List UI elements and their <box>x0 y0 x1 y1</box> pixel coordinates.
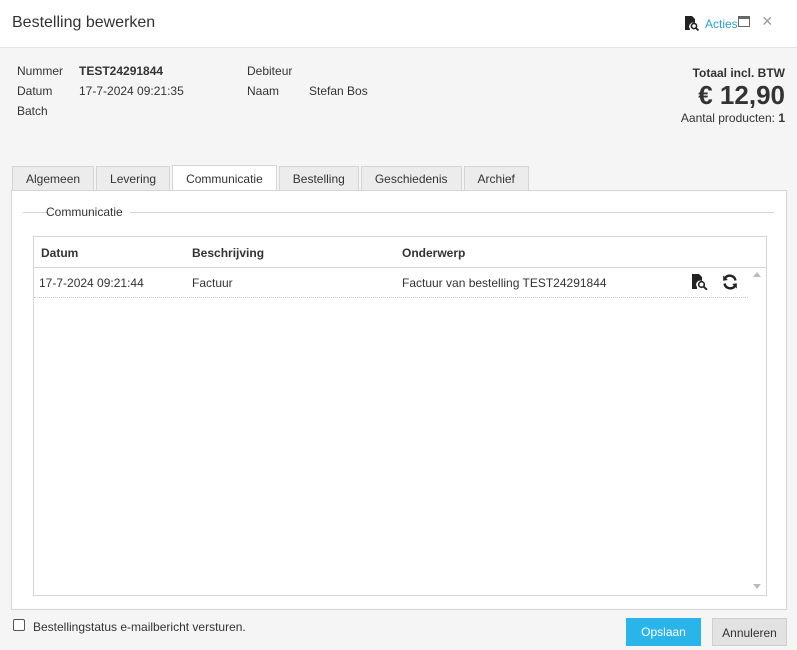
order-date-label: Datum <box>17 84 53 98</box>
close-icon[interactable]: × <box>762 11 773 31</box>
fieldset-border <box>23 212 47 213</box>
actions-label: Acties <box>705 16 738 31</box>
fieldset-border <box>130 212 774 213</box>
actions-menu-button[interactable]: Acties <box>684 16 738 31</box>
total-amount: € 12,90 <box>698 80 785 110</box>
tab-bar: Algemeen Levering Communicatie Bestellin… <box>12 165 531 190</box>
order-debtor-label: Debiteur <box>247 64 293 78</box>
column-header-onderwerp[interactable]: Onderwerp <box>402 246 465 260</box>
refresh-icon[interactable] <box>722 274 738 293</box>
product-count-label: Aantal producten: <box>680 111 775 125</box>
grid-scrollbar[interactable] <box>748 268 766 595</box>
product-count: Aantal producten: 1 <box>681 111 785 125</box>
total-label: Totaal incl. BTW <box>692 66 785 80</box>
table-row[interactable]: 17-7-2024 09:21:44 Factuur Factuur van b… <box>34 268 748 298</box>
scroll-down-arrow-icon[interactable] <box>753 584 761 589</box>
tab-archief[interactable]: Archief <box>463 166 529 190</box>
order-name-label: Naam <box>247 84 280 98</box>
email-status-checkbox[interactable] <box>13 619 25 631</box>
column-header-datum[interactable]: Datum <box>41 246 78 260</box>
cell-description: Factuur <box>192 276 233 290</box>
order-batch-label: Batch <box>17 104 48 118</box>
document-search-icon <box>684 16 699 31</box>
tab-bestelling[interactable]: Bestelling <box>278 166 359 190</box>
grid-header: Datum Beschrijving Onderwerp <box>34 237 766 268</box>
fieldset-legend: Communicatie <box>46 205 123 219</box>
email-status-checkbox-label[interactable]: Bestellingstatus e-mailbericht versturen… <box>33 620 246 634</box>
document-search-icon[interactable] <box>691 274 708 293</box>
cancel-button[interactable]: Annuleren <box>712 618 787 646</box>
cell-subject: Factuur van bestelling TEST24291844 <box>402 276 607 290</box>
dialog-title: Bestelling bewerken <box>12 14 156 31</box>
scroll-up-arrow-icon[interactable] <box>753 272 761 277</box>
tab-communicatie[interactable]: Communicatie <box>172 165 277 190</box>
tab-geschiedenis[interactable]: Geschiedenis <box>360 166 462 190</box>
order-name-value: Stefan Bos <box>309 84 368 98</box>
order-number-label: Nummer <box>17 64 64 78</box>
tab-algemeen[interactable]: Algemeen <box>12 166 95 190</box>
communication-grid: Datum Beschrijving Onderwerp 17-7-2024 0… <box>33 236 767 596</box>
order-date-value: 17-7-2024 09:21:35 <box>79 84 184 98</box>
column-header-beschrijving[interactable]: Beschrijving <box>192 246 264 260</box>
product-count-value: 1 <box>778 111 785 125</box>
tab-panel-communicatie: Communicatie Datum Beschrijving Onderwer… <box>11 190 787 610</box>
order-number-value: TEST24291844 <box>79 64 164 78</box>
maximize-icon[interactable] <box>738 16 750 27</box>
tab-levering[interactable]: Levering <box>96 166 171 190</box>
cell-date: 17-7-2024 09:21:44 <box>39 276 144 290</box>
dialog-titlebar: Bestelling bewerken Acties × <box>0 0 797 48</box>
save-button[interactable]: Opslaan <box>626 618 701 646</box>
